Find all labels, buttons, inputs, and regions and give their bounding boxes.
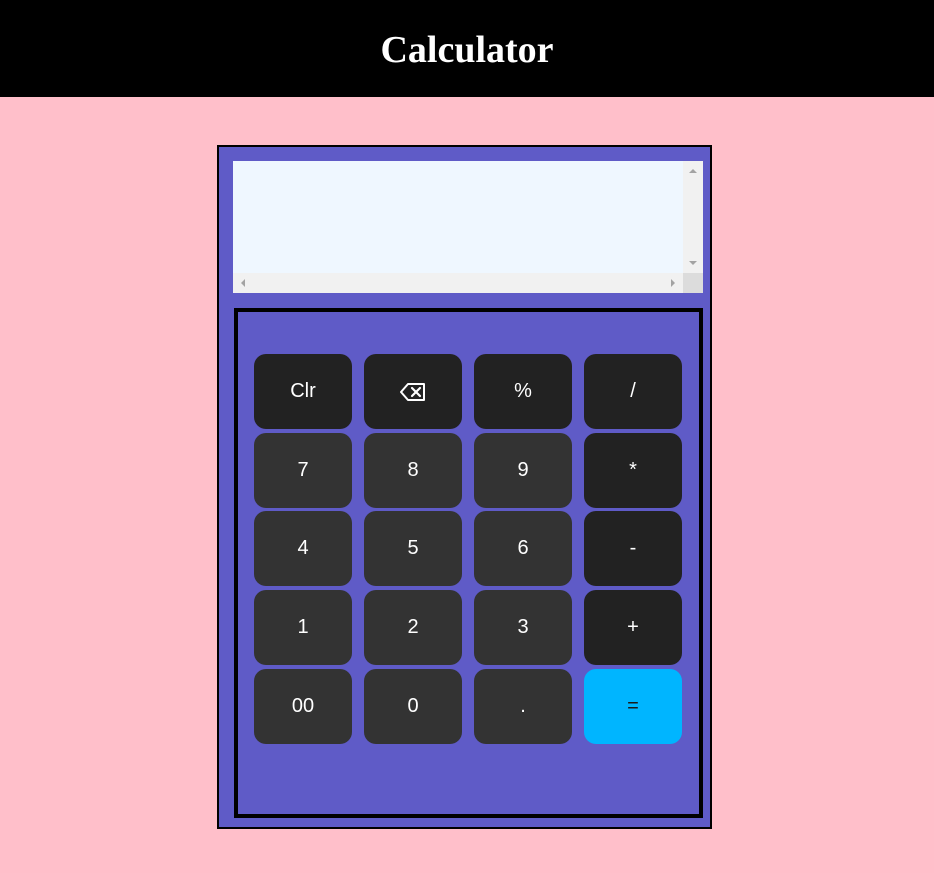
- plus-button[interactable]: +: [584, 590, 682, 665]
- vertical-scrollbar[interactable]: [683, 161, 703, 273]
- minus-button[interactable]: -: [584, 511, 682, 586]
- scrollbar-corner: [683, 273, 703, 293]
- display-textarea[interactable]: [233, 161, 703, 293]
- digit-5-button[interactable]: 5: [364, 511, 462, 586]
- digit-1-button[interactable]: 1: [254, 590, 352, 665]
- digit-9-button[interactable]: 9: [474, 433, 572, 508]
- digit-6-button[interactable]: 6: [474, 511, 572, 586]
- digit-8-button[interactable]: 8: [364, 433, 462, 508]
- page-title: Calculator: [380, 28, 554, 71]
- digit-7-button[interactable]: 7: [254, 433, 352, 508]
- header-bar: Calculator: [0, 0, 934, 97]
- digit-2-button[interactable]: 2: [364, 590, 462, 665]
- scroll-down-arrow-icon[interactable]: [689, 261, 697, 265]
- backspace-icon: [400, 382, 426, 402]
- digit-4-button[interactable]: 4: [254, 511, 352, 586]
- multiply-button[interactable]: *: [584, 433, 682, 508]
- digit-0-button[interactable]: 0: [364, 669, 462, 744]
- divide-button[interactable]: /: [584, 354, 682, 429]
- backspace-button[interactable]: [364, 354, 462, 429]
- scroll-left-arrow-icon[interactable]: [241, 279, 245, 287]
- double-zero-button[interactable]: 00: [254, 669, 352, 744]
- digit-3-button[interactable]: 3: [474, 590, 572, 665]
- scroll-right-arrow-icon[interactable]: [671, 279, 675, 287]
- equals-button[interactable]: =: [584, 669, 682, 744]
- clear-button[interactable]: Clr: [254, 354, 352, 429]
- calculator: Clr % / 7 8 9 * 4 5 6 - 1 2 3 + 00 0 . =: [217, 145, 712, 829]
- percent-button[interactable]: %: [474, 354, 572, 429]
- keypad: Clr % / 7 8 9 * 4 5 6 - 1 2 3 + 00 0 . =: [234, 308, 703, 818]
- scroll-up-arrow-icon[interactable]: [689, 169, 697, 173]
- decimal-button[interactable]: .: [474, 669, 572, 744]
- horizontal-scrollbar[interactable]: [233, 273, 683, 293]
